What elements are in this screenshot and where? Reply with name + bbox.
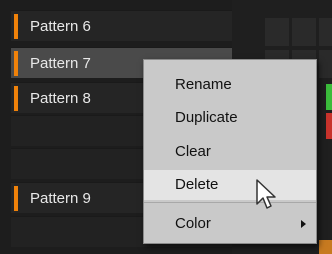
pattern-label: Pattern 6 [30,18,91,35]
menu-separator [144,202,316,203]
grid-cell-orange[interactable] [319,240,332,254]
grid-cell-green[interactable] [326,84,332,110]
pattern-color-swatch [14,14,18,39]
menu-item-label: Color [175,215,211,232]
pattern-label: Pattern 8 [30,90,91,107]
pattern-label: Pattern 7 [30,55,91,72]
pattern-color-swatch [14,186,18,211]
menu-item-label: Delete [175,176,219,193]
pattern-color-swatch [14,51,18,76]
menu-item-label: Rename [175,76,232,93]
pattern-slot-6[interactable]: Pattern 6 [11,10,233,41]
menu-item-label: Duplicate [175,109,238,126]
grid-cell[interactable] [292,18,316,46]
menu-item-duplicate[interactable]: Duplicate [144,103,316,133]
pattern-label: Pattern 9 [30,190,91,207]
submenu-arrow-icon [301,220,306,228]
grid-cell[interactable] [319,18,332,46]
mouse-pointer-icon [256,179,276,209]
menu-item-color[interactable]: Color [144,209,316,239]
grid-cell[interactable] [319,50,332,78]
menu-item-rename[interactable]: Rename [144,70,316,100]
pattern-color-swatch [14,86,18,111]
menu-item-label: Clear [175,143,211,160]
grid-cell[interactable] [265,18,289,46]
menu-item-clear[interactable]: Clear [144,137,316,167]
menu-item-delete[interactable]: Delete [144,170,316,200]
grid-cell-red[interactable] [326,113,332,139]
context-menu: Rename Duplicate Clear Delete Color [143,59,317,244]
